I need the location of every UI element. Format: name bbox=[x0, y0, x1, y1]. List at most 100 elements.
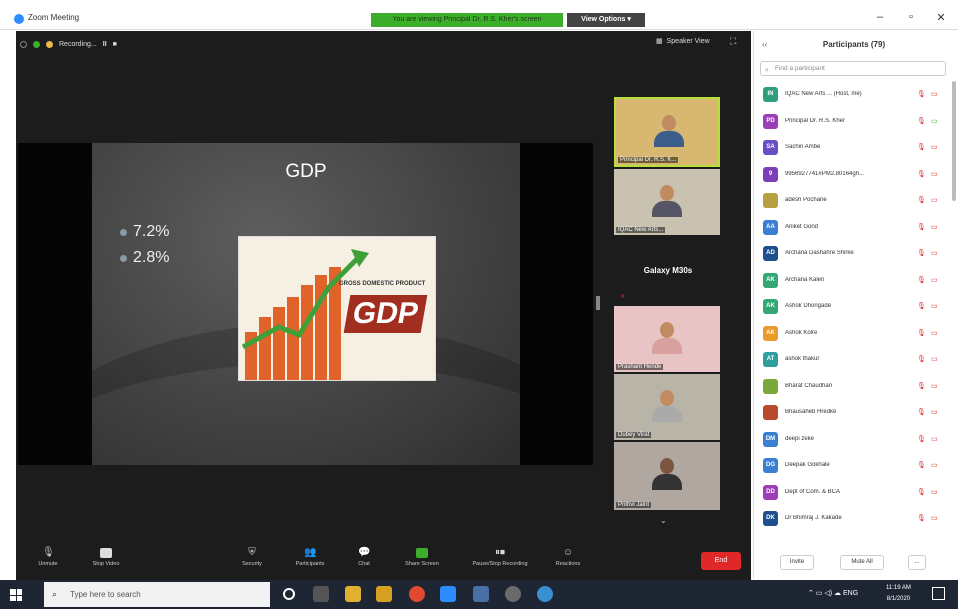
avatar: AK bbox=[763, 299, 778, 314]
info-icon[interactable] bbox=[20, 40, 27, 48]
mic-muted-icon[interactable]: 🎙 bbox=[917, 488, 926, 496]
pause-recording-icon[interactable]: II bbox=[103, 41, 107, 48]
stop-video-button[interactable]: Stop Video bbox=[76, 548, 136, 567]
app-icon[interactable] bbox=[505, 586, 521, 602]
participant-row[interactable]: AK Ashok Dhongade 🎙 ▭ bbox=[754, 296, 954, 322]
more-button[interactable]: ... bbox=[908, 555, 926, 570]
mic-muted-icon[interactable]: 🎙 bbox=[917, 329, 926, 337]
video-off-icon[interactable]: ▭ bbox=[931, 143, 938, 151]
mic-muted-icon[interactable]: 🎙 bbox=[917, 276, 926, 284]
participant-row[interactable]: adesh Pochane 🎙 ▭ bbox=[754, 190, 954, 216]
mic-muted-icon[interactable]: 🎙 bbox=[917, 408, 926, 416]
video-off-icon[interactable]: ▭ bbox=[931, 223, 938, 231]
participant-row[interactable]: DG Deepak Gokhale 🎙 ▭ bbox=[754, 455, 954, 481]
maximize-icon[interactable]: ▫ bbox=[901, 11, 921, 23]
mic-muted-icon[interactable]: 🎙 bbox=[917, 249, 926, 257]
video-off-icon[interactable]: ▭ bbox=[931, 196, 938, 204]
notification-icon[interactable] bbox=[932, 587, 945, 600]
video-thumbnail[interactable]: Prashant Hende bbox=[614, 306, 720, 372]
chrome-icon[interactable] bbox=[409, 586, 425, 602]
zoom-taskbar-icon[interactable] bbox=[440, 586, 456, 602]
video-thumbnail[interactable]: Principal Dr. R.S. K... bbox=[614, 97, 720, 167]
mic-muted-icon[interactable]: 🎙 bbox=[917, 223, 926, 231]
minimize-icon[interactable]: – bbox=[870, 11, 890, 23]
view-options-button[interactable]: View Options ▾ bbox=[567, 13, 645, 27]
video-off-icon[interactable]: ▭ bbox=[931, 435, 938, 443]
video-off-icon[interactable]: ▭ bbox=[931, 408, 938, 416]
stop-recording-icon[interactable]: ■ bbox=[113, 41, 117, 48]
avatar: AK bbox=[763, 272, 778, 288]
video-thumbnail[interactable]: IQAC New Arts... bbox=[614, 169, 720, 235]
system-tray[interactable]: ⌃ ▭ ◁) ☁ ENG bbox=[808, 589, 858, 597]
video-off-icon[interactable]: ▭ bbox=[931, 90, 938, 98]
security-button[interactable]: ⛨ Security bbox=[222, 548, 282, 568]
video-off-icon[interactable]: ▭ bbox=[931, 276, 938, 284]
video-off-icon[interactable]: ▭ bbox=[931, 302, 938, 310]
close-icon[interactable]: ✕ bbox=[931, 11, 951, 24]
encryption-icon[interactable] bbox=[33, 40, 40, 48]
video-off-icon[interactable]: ▭ bbox=[931, 461, 938, 469]
mic-muted-icon[interactable]: 🎙 bbox=[917, 355, 926, 363]
participant-search-input[interactable]: ⌕ Find a participant bbox=[760, 61, 946, 76]
pause-recording-button[interactable]: ⏸⏹ Pause/Stop Recording bbox=[470, 548, 530, 568]
participant-row[interactable]: SA Sachin Ambe 🎙 ▭ bbox=[754, 137, 954, 163]
clock[interactable]: 11:19 AM 8/1/2020 bbox=[886, 583, 911, 605]
mic-muted-icon[interactable]: 🎙 bbox=[917, 143, 926, 151]
taskbar-search-input[interactable]: ⌕ Type here to search bbox=[44, 582, 270, 607]
participant-row[interactable]: AA Aniket Gond 🎙 ▭ bbox=[754, 217, 954, 243]
video-off-icon[interactable]: ▭ bbox=[931, 117, 938, 125]
participant-row[interactable]: DM deepi zeke 🎙 ▭ bbox=[754, 429, 954, 455]
participant-row[interactable]: PD Principal Dr. R.S. Kher 🎙 ▭ bbox=[754, 111, 954, 137]
unmute-button[interactable]: 🎙 Unmute bbox=[18, 548, 78, 568]
participant-row[interactable]: DK Dr Bhimraj J. Kakade 🎙 ▭ bbox=[754, 508, 954, 534]
video-off-icon[interactable]: ▭ bbox=[931, 382, 938, 390]
mic-muted-icon[interactable]: 🎙 bbox=[917, 302, 926, 310]
panel-resize-handle[interactable] bbox=[596, 296, 600, 310]
cortana-icon[interactable] bbox=[283, 588, 295, 600]
slide-bullet: 7.2% bbox=[120, 223, 169, 241]
participant-row[interactable]: AK Ashok Kolre 🎙 ▭ bbox=[754, 323, 954, 349]
mic-muted-icon[interactable]: 🎙 bbox=[917, 170, 926, 178]
app-icon[interactable] bbox=[473, 586, 489, 602]
mic-muted-icon[interactable]: 🎙 bbox=[917, 117, 926, 125]
participant-row[interactable]: Bhausaheb Hredke 🎙 ▭ bbox=[754, 402, 954, 428]
mic-muted-icon[interactable]: 🎙 bbox=[917, 514, 926, 522]
participants-button[interactable]: 👥 Participants bbox=[280, 548, 340, 568]
video-off-icon[interactable]: ▭ bbox=[931, 249, 938, 257]
share-screen-button[interactable]: Share Screen bbox=[392, 548, 452, 567]
mic-muted-icon[interactable]: 🎙 bbox=[917, 90, 926, 98]
fullscreen-icon[interactable]: ⛶ bbox=[730, 36, 736, 47]
task-view-icon[interactable] bbox=[313, 586, 329, 602]
mic-muted-icon[interactable]: 🎙 bbox=[917, 382, 926, 390]
mic-muted-icon[interactable]: 🎙 bbox=[917, 196, 926, 204]
recording-status: Recording... bbox=[59, 40, 97, 48]
mute-all-button[interactable]: Mute All bbox=[840, 555, 884, 570]
store-icon[interactable] bbox=[376, 586, 392, 602]
participant-row[interactable]: AT ashok thakur 🎙 ▭ bbox=[754, 349, 954, 375]
video-off-icon[interactable]: ▭ bbox=[931, 514, 938, 522]
mic-muted-icon[interactable]: 🎙 bbox=[917, 435, 926, 443]
chevron-down-icon[interactable]: ⌄ bbox=[660, 516, 667, 525]
invite-button[interactable]: Invite bbox=[780, 555, 814, 570]
video-off-icon[interactable]: ▭ bbox=[931, 355, 938, 363]
windows-start-icon[interactable] bbox=[10, 589, 22, 601]
mic-muted-icon[interactable]: 🎙 bbox=[917, 461, 926, 469]
file-explorer-icon[interactable] bbox=[345, 586, 361, 602]
app-icon[interactable] bbox=[537, 586, 553, 602]
participant-row[interactable]: Bharat Chaudhari 🎙 ▭ bbox=[754, 376, 954, 402]
video-thumbnail[interactable]: Prithvi Jaint bbox=[614, 442, 720, 510]
participant-row[interactable]: 9 9956927741#PM2.80164gh... 🎙 ▭ bbox=[754, 164, 954, 190]
video-off-icon[interactable]: ▭ bbox=[931, 170, 938, 178]
participant-row[interactable]: AK Archana Kaleri 🎙 ▭ bbox=[754, 270, 954, 296]
video-off-icon[interactable]: ▭ bbox=[931, 488, 938, 496]
video-off-icon[interactable]: ▭ bbox=[931, 329, 938, 337]
end-meeting-button[interactable]: End bbox=[701, 552, 741, 570]
reactions-button[interactable]: ☺ Reactions bbox=[538, 548, 598, 568]
chat-button[interactable]: 💬 Chat bbox=[334, 548, 394, 568]
participant-row[interactable]: DD Dept of Com. & BCA 🎙 ▭ bbox=[754, 482, 954, 508]
participant-row[interactable]: IN IQAC New Arts ... (Host, me) 🎙 ▭ bbox=[754, 84, 954, 110]
video-thumbnail[interactable]: Dubey Virat bbox=[614, 374, 720, 440]
participant-name: 9956927741#PM2.80164gh... bbox=[785, 170, 865, 177]
participant-row[interactable]: AD Archana Dashahre Shirke 🎙 ▭ bbox=[754, 243, 954, 269]
speaker-view-button[interactable]: ▦ Speaker View bbox=[656, 37, 710, 46]
